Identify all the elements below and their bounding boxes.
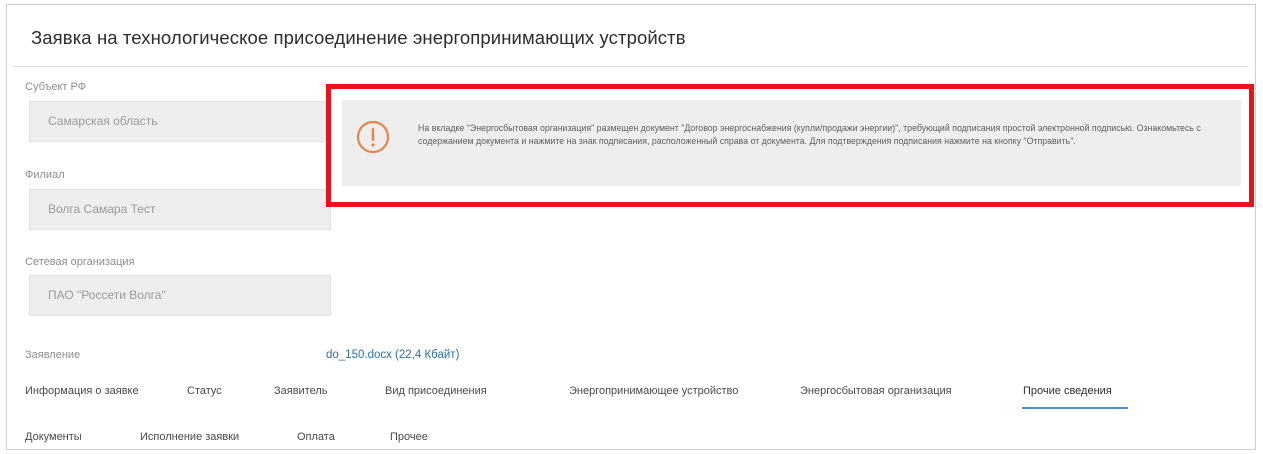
tab-applicant[interactable]: Заявитель xyxy=(274,385,328,397)
tab-power-receiving-device[interactable]: Энергопринимающее устройство xyxy=(569,385,738,397)
tab-other[interactable]: Прочее xyxy=(390,431,428,443)
tab-other-info[interactable]: Прочие сведения xyxy=(1023,385,1112,397)
title-divider xyxy=(13,66,1249,67)
tab-application-execution[interactable]: Исполнение заявки xyxy=(140,431,239,443)
field-label-grid-org: Сетевая организация xyxy=(25,256,135,268)
active-tab-underline xyxy=(1022,407,1128,409)
page-title: Заявка на технологическое присоединение … xyxy=(31,27,686,48)
application-file-link[interactable]: do_150.docx (22,4 Кбайт) xyxy=(326,349,459,361)
tab-energy-sales-org[interactable]: Энергосбытовая организация xyxy=(800,385,952,397)
application-panel: Заявка на технологическое присоединение … xyxy=(6,4,1256,450)
tab-documents[interactable]: Документы xyxy=(25,431,82,443)
tab-connection-type[interactable]: Вид присоединения xyxy=(385,385,487,397)
tab-application-info[interactable]: Информация о заявке xyxy=(25,385,139,397)
field-label-subject: Субъект РФ xyxy=(25,81,87,93)
subject-field[interactable]: Самарская область xyxy=(29,101,331,142)
highlight-frame xyxy=(326,84,1254,207)
grid-org-field[interactable]: ПАО "Россети Волга" xyxy=(29,275,331,316)
tab-status[interactable]: Статус xyxy=(187,385,222,397)
tab-payment[interactable]: Оплата xyxy=(297,431,335,443)
application-label: Заявление xyxy=(25,349,81,361)
field-label-branch: Филиал xyxy=(25,169,65,181)
branch-field[interactable]: Волга Самара Тест xyxy=(29,189,331,230)
